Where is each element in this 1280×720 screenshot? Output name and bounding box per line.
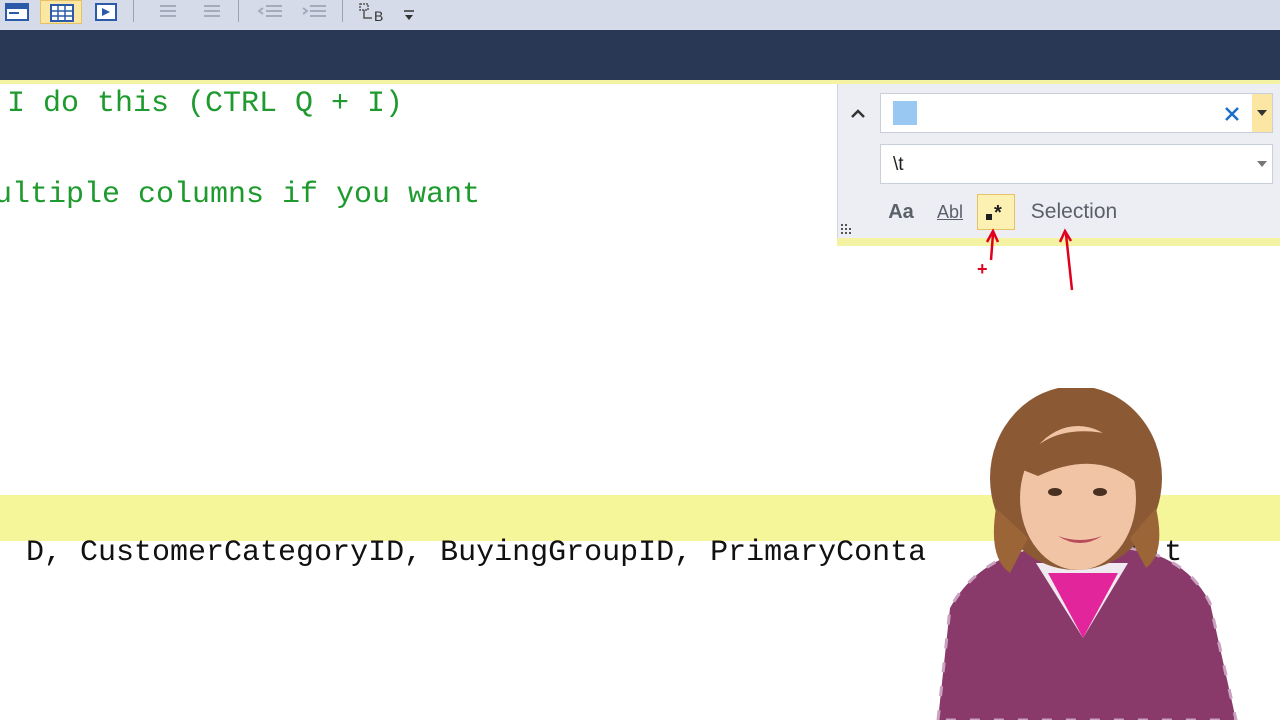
svg-text:B: B (374, 8, 383, 24)
clear-search-button[interactable] (1220, 102, 1244, 126)
query-window-icon[interactable] (2, 0, 34, 22)
close-icon (1225, 107, 1239, 121)
replace-input-value: \t (893, 154, 904, 175)
toolbar: B (0, 0, 1280, 30)
toggle-replace-button[interactable] (846, 101, 870, 127)
toolbar-separator (133, 0, 134, 22)
plus-annotation: + (977, 259, 988, 279)
document-tab-bar (0, 30, 1280, 80)
selected-code-part-1: D, CustomerCategoryID, BuyingGroupID, Pr… (26, 536, 927, 570)
toolbar-separator (238, 0, 239, 22)
presenter-video-overlay (936, 388, 1238, 720)
chevron-up-icon (851, 109, 865, 118)
comment-line-1: I do this (CTRL Q + I) (7, 87, 404, 121)
toolbar-separator (342, 0, 343, 22)
panel-grip-icon (840, 222, 854, 236)
match-case-toggle[interactable]: Aa (884, 194, 918, 230)
arrow-to-regex (989, 233, 995, 261)
replace-dropdown-button[interactable] (1252, 154, 1272, 174)
comment-line-2: ultiple columns if you want (0, 178, 481, 212)
specify-template-values-icon[interactable]: B (356, 0, 392, 24)
results-to-file-icon[interactable] (88, 0, 124, 22)
chevron-down-icon (1257, 161, 1267, 167)
decrease-indent-icon[interactable] (252, 0, 288, 20)
comment-lines-icon[interactable] (150, 0, 186, 20)
chevron-down-icon (1257, 110, 1267, 116)
toolbar-overflow-icon[interactable] (398, 0, 420, 22)
arrow-to-scope (1064, 233, 1074, 291)
find-input-selection (893, 101, 917, 125)
replace-input[interactable]: \t (880, 144, 1273, 184)
results-grid-icon[interactable] (40, 0, 82, 24)
uncomment-lines-icon[interactable] (194, 0, 230, 20)
find-dropdown-button[interactable] (1252, 94, 1272, 132)
increase-indent-icon[interactable] (296, 0, 332, 20)
find-input[interactable] (880, 93, 1273, 133)
